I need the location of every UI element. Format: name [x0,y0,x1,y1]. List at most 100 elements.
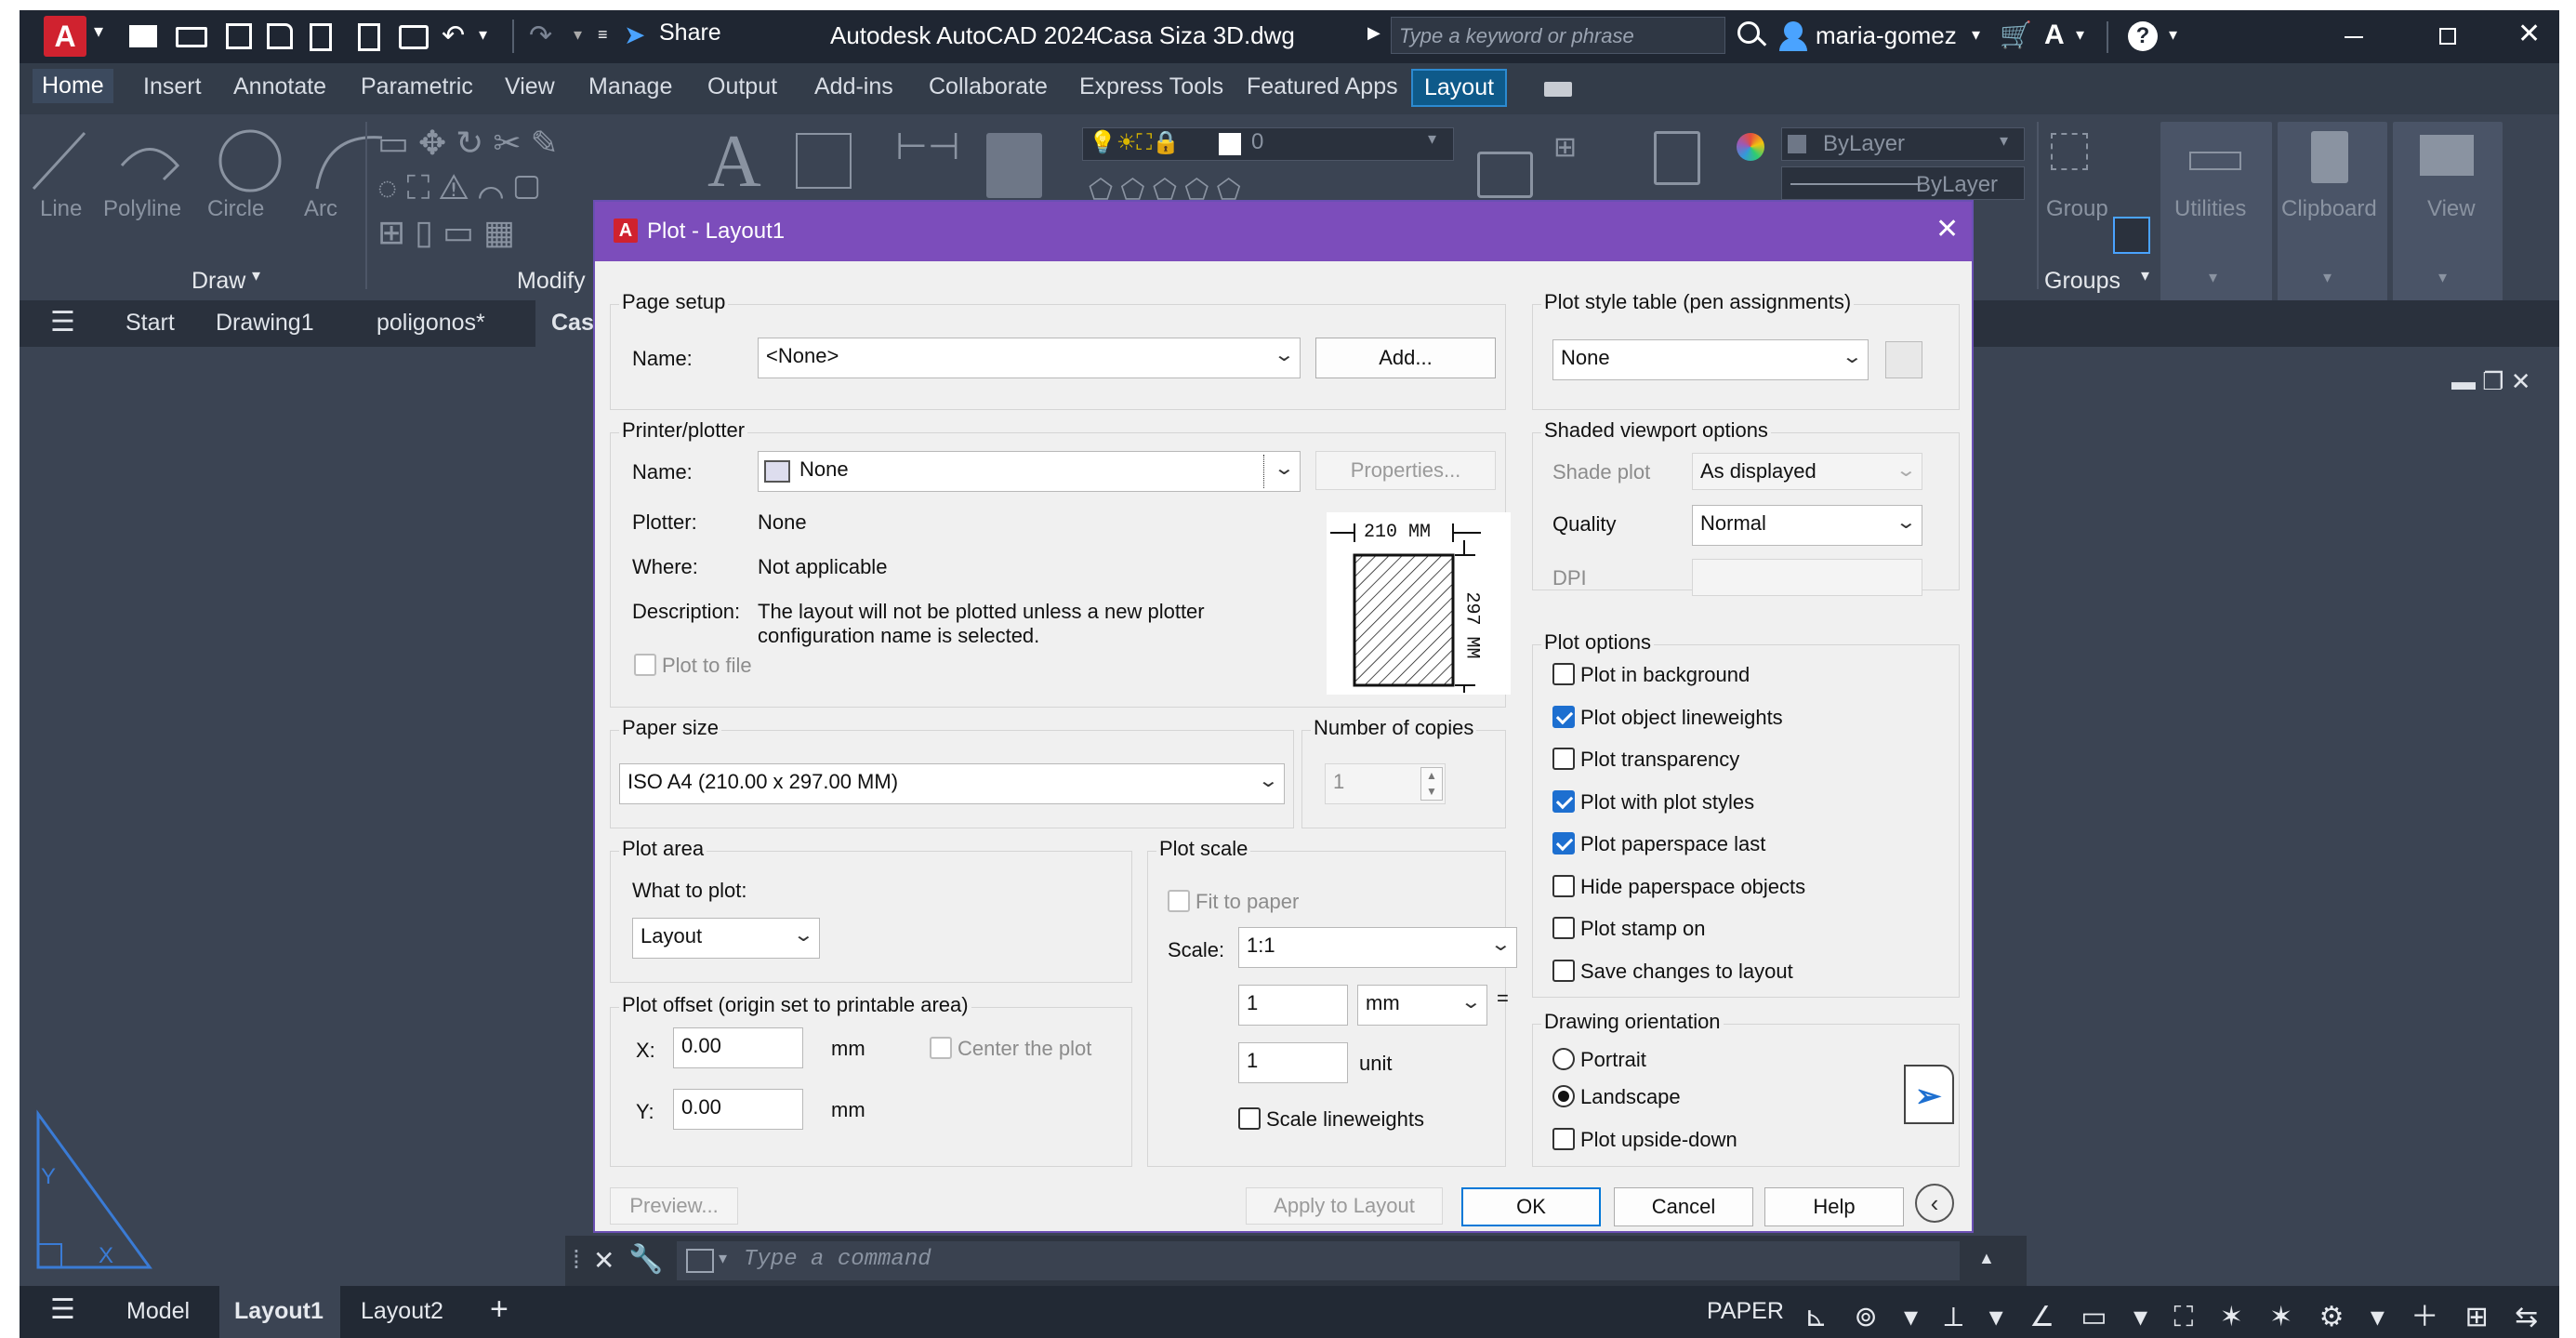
share-button[interactable]: Share [659,20,721,46]
polyline-tool-label[interactable]: Polyline [103,196,181,222]
draw-panel-chevron-icon[interactable]: ▾ [252,266,260,285]
scale-lineweights-checkbox[interactable] [1238,1107,1261,1130]
paper-space-toggle[interactable]: PAPER [1707,1298,1784,1325]
clipboard-chevron-icon[interactable]: ▾ [2323,268,2332,287]
offset-y-input[interactable]: 0.00 [673,1089,803,1130]
utilities-chevron-icon[interactable]: ▾ [2209,268,2217,287]
help-button[interactable]: Help [1764,1187,1904,1226]
autocad-logo[interactable]: A [44,16,86,57]
add-page-setup-button[interactable]: Add... [1315,338,1496,378]
what-to-plot-dropdown[interactable]: Layout ⌄ [632,918,820,959]
insert-block-icon[interactable] [1477,152,1533,198]
viewport-controls-icons[interactable]: ▬ ❐ ✕ [2451,367,2531,396]
plot-upside-down-checkbox[interactable] [1552,1128,1575,1150]
view-chevron-icon[interactable]: ▾ [2438,268,2447,287]
minimize-icon[interactable] [2345,36,2363,38]
edit-plot-style-icon[interactable] [1885,341,1922,378]
layout-tab-layout2[interactable]: Layout2 [361,1298,443,1325]
cancel-button[interactable]: Cancel [1614,1187,1753,1226]
add-layout-icon[interactable]: + [490,1292,509,1328]
layout-tab-model[interactable]: Model [126,1298,190,1325]
text-tool-icon[interactable]: A [707,120,761,205]
search-icon[interactable] [1737,21,1760,44]
paper-size-dropdown[interactable]: ISO A4 (210.00 x 297.00 MM) ⌄ [619,763,1285,804]
plot-option-checkbox[interactable] [1552,874,1575,897]
layout-menu-icon[interactable]: ☰ [50,1293,75,1326]
help-chevron-icon[interactable]: ▾ [2169,25,2177,45]
printer-properties-button[interactable]: Properties... [1315,451,1496,490]
plot-option-checkbox[interactable] [1552,917,1575,939]
plot-option-checkbox[interactable] [1552,748,1575,770]
close-window-icon[interactable]: ✕ [2517,18,2541,50]
cart-icon[interactable]: 🛒 [2000,20,2032,50]
preview-button[interactable]: Preview... [610,1187,738,1225]
page-setup-name-dropdown[interactable]: <None> ⌄ [758,338,1301,378]
file-tab-poligonos[interactable]: poligonos* [376,310,485,337]
file-tab-drawing1[interactable]: Drawing1 [216,310,314,337]
publish-icon[interactable] [358,23,380,51]
save-icon[interactable] [226,23,252,49]
group-icon[interactable] [2051,133,2088,170]
scale-paper-units-input[interactable]: 1 [1238,985,1348,1026]
tab-manage[interactable]: Manage [588,73,672,100]
dialog-close-icon[interactable]: ✕ [1935,213,1959,245]
apply-to-layout-button[interactable]: Apply to Layout [1246,1187,1443,1225]
tab-home[interactable]: Home [33,69,113,103]
groups-chevron-icon[interactable]: ▾ [2141,266,2149,285]
fit-to-paper-checkbox[interactable] [1168,890,1190,912]
collapse-options-icon[interactable]: ‹ [1915,1184,1954,1223]
file-menu-icon[interactable]: ☰ [50,306,75,338]
modify-tool-icons[interactable]: ▭ ✥ ↻ ✂ ✎ [377,124,559,163]
printer-name-dropdown[interactable]: None ⌄ [758,451,1301,492]
circle-tool-label[interactable]: Circle [207,196,264,222]
app-menu-chevron-icon[interactable]: ▾ [94,20,103,43]
groups-panel-title[interactable]: Groups [2044,268,2120,295]
file-tab-start[interactable]: Start [125,310,175,337]
block-edit-icons[interactable]: ⊞ [1553,131,1577,164]
ribbon-display-toggle-icon[interactable] [1544,82,1572,97]
undo-icon[interactable]: ↶ [442,20,465,52]
tab-featured-apps[interactable]: Featured Apps [1247,73,1398,100]
tab-annotate[interactable]: Annotate [233,73,326,100]
layer-properties-icon[interactable] [986,133,1042,198]
user-avatar-icon[interactable] [1784,21,1803,40]
command-customize-wrench-icon[interactable]: 🔧 [628,1243,663,1276]
plot-icon[interactable] [310,23,332,51]
scale-unit-dropdown[interactable]: mm ⌄ [1357,985,1487,1026]
open-folder-icon[interactable] [176,27,207,47]
portrait-radio[interactable] [1552,1048,1575,1070]
save-as-icon[interactable] [267,23,293,49]
draw-panel-title[interactable]: Draw [192,268,245,295]
offset-x-input[interactable]: 0.00 [673,1027,803,1068]
group-select-icon[interactable] [2113,217,2150,254]
command-expand-icon[interactable]: ▲ [1978,1249,1995,1268]
plot-option-checkbox[interactable] [1552,789,1575,813]
restore-icon[interactable] [2439,28,2456,45]
ok-button[interactable]: OK [1461,1187,1601,1226]
search-input[interactable]: Type a keyword or phrase [1391,17,1725,54]
tab-view[interactable]: View [505,73,555,100]
layout-tab-layout1[interactable]: Layout1 [234,1298,324,1325]
match-properties-icon[interactable] [1654,131,1700,185]
tab-express-tools[interactable]: Express Tools [1079,73,1223,100]
redo-dropdown-chevron-icon[interactable]: ▾ [574,25,582,45]
plot-option-checkbox[interactable] [1552,959,1575,982]
modify-tool-icons-row3[interactable]: ⊞ ▯ ▭ ▦ [377,213,515,252]
user-menu-chevron-icon[interactable]: ▾ [1972,25,1980,45]
scale-dropdown[interactable]: 1:1 ⌄ [1238,927,1517,968]
command-line[interactable]: ⁞ ✕ 🔧 ▾ Type a command ▲ [565,1236,2027,1286]
tab-add-ins[interactable]: Add-ins [814,73,893,100]
layer-dropdown-chevron-icon[interactable]: ▾ [1428,129,1436,149]
clipboard-label[interactable]: Clipboard [2281,196,2377,222]
center-plot-checkbox[interactable] [930,1037,952,1059]
tab-parametric[interactable]: Parametric [361,73,473,100]
dimension-linear-icon[interactable]: ⊢⊣ [895,126,960,168]
search-expand-arrow-icon[interactable]: ▶ [1367,23,1380,43]
print-icon[interactable] [399,25,429,49]
plot-to-file-checkbox[interactable] [634,654,656,676]
modify-panel-title[interactable]: Modify [517,268,586,295]
utilities-label[interactable]: Utilities [2174,196,2246,222]
undo-dropdown-chevron-icon[interactable]: ▾ [479,25,487,45]
modify-tool-icons-row2[interactable]: ◌ ⛶ ⚠ ⌒ ▢ [377,168,540,208]
autodesk-app-icon[interactable]: A [2044,20,2065,51]
